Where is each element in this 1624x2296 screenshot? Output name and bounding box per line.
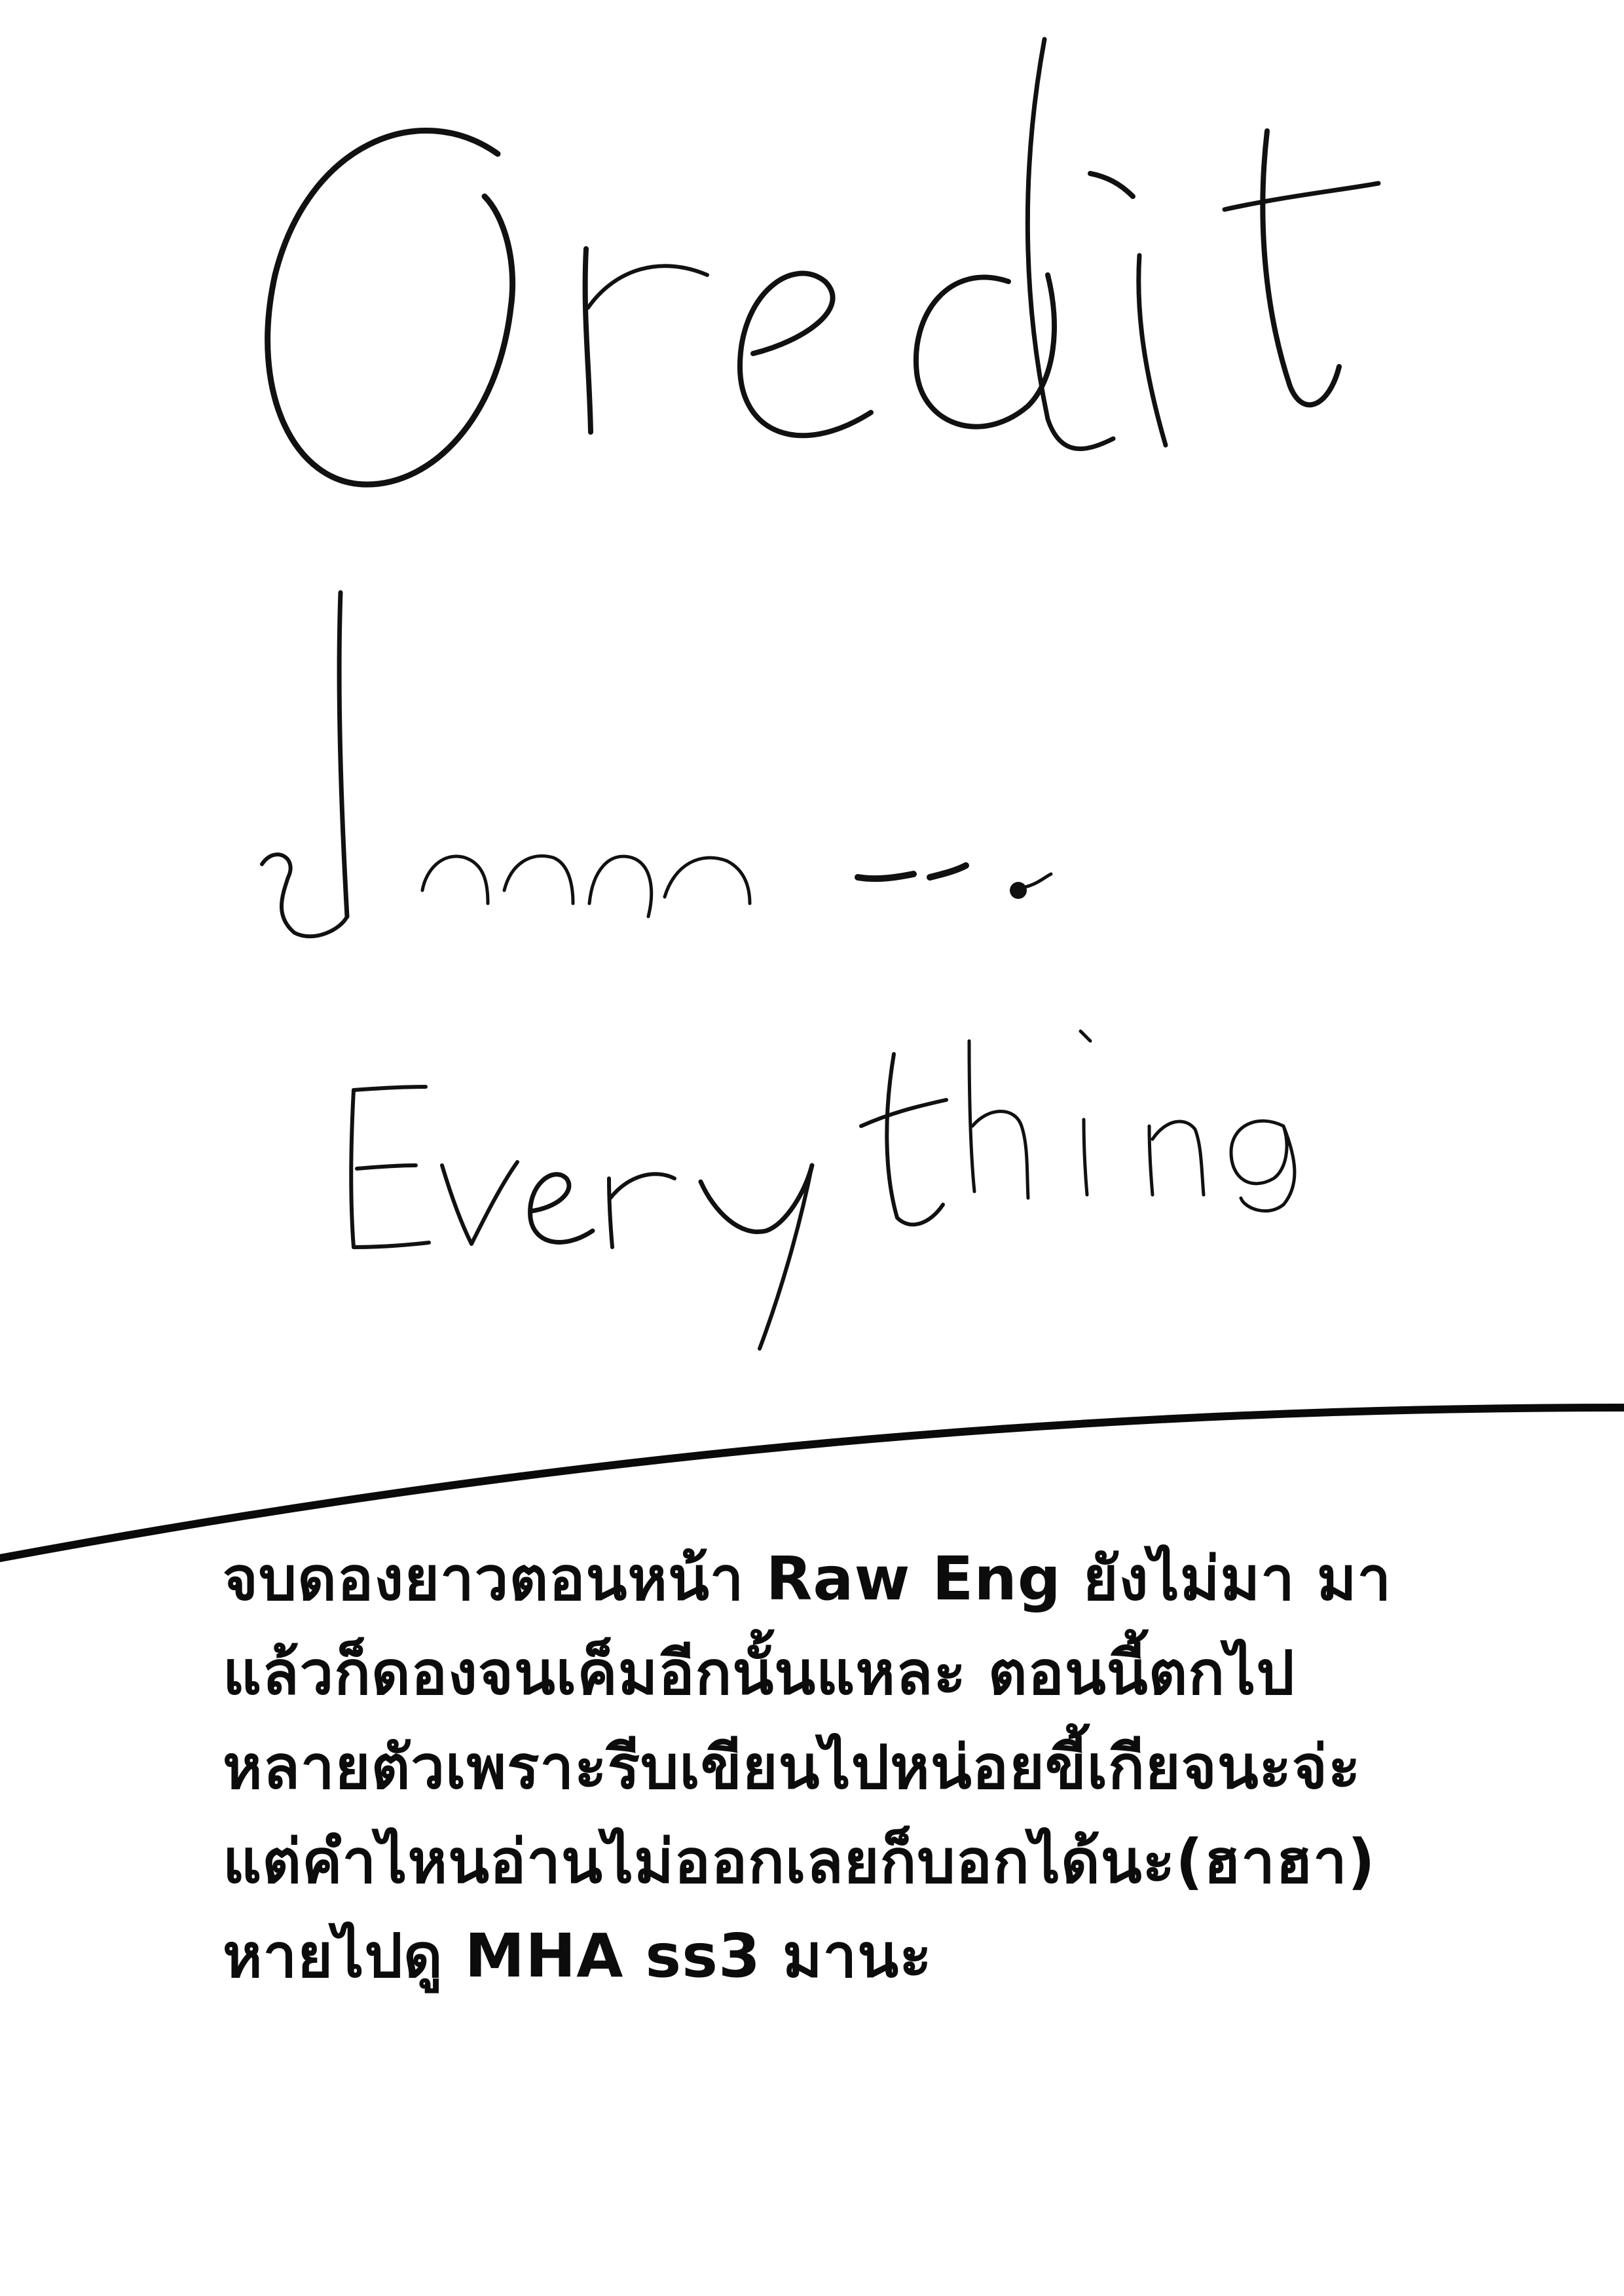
notes-line-5: หายไปดู MHA ss3 มานะ — [223, 1921, 932, 1991]
notes-block: จบดองยาวตอนหน้า Raw Eng ยังไม่มา มา แล้ว… — [223, 1532, 1519, 2003]
notes-line-1: จบดองยาวตอนหน้า Raw Eng ยังไม่มา มา — [223, 1544, 1392, 1614]
handwritten-lettering — [260, 37, 1381, 1351]
handwritten-thai-scribble — [260, 590, 1053, 939]
handwritten-credit — [265, 37, 1381, 488]
notes-line-4: แต่คำไหนอ่านไม่ออกเลยก็บอกได้นะ(ฮาฮา) — [223, 1827, 1376, 1897]
notes-line-3: หลายตัวเพราะรีบเขียนไปหน่อยขี้เกียจนะจ่ะ — [223, 1732, 1361, 1802]
handwritten-everything — [349, 1029, 1297, 1351]
notes-line-2: แล้วก็ดองจนเค็มอีกนั้นแหละ ตอนนี้ตกไป — [223, 1638, 1295, 1708]
credit-page: จบดองยาวตอนหน้า Raw Eng ยังไม่มา มา แล้ว… — [0, 0, 1624, 2296]
